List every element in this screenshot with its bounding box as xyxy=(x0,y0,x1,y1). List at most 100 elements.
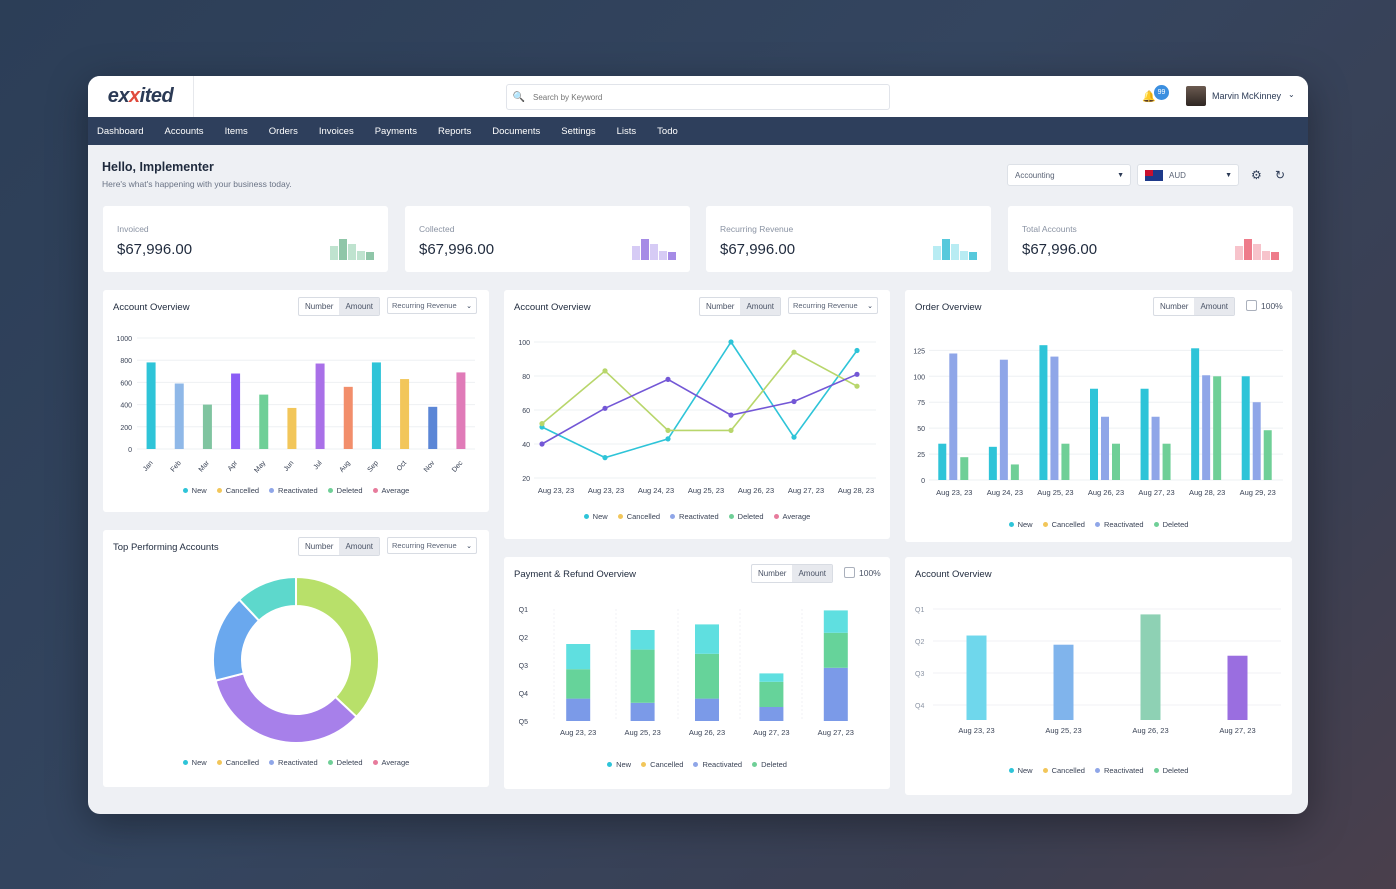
app-logo[interactable]: ex x ited xyxy=(88,76,194,117)
nav-items[interactable]: Items xyxy=(225,126,248,137)
legend-deleted[interactable]: Deleted xyxy=(752,760,787,769)
mini-bar xyxy=(668,252,676,260)
mini-bar-chart xyxy=(632,234,676,260)
kpi-card-recurring-revenue[interactable]: Recurring Revenue $67,996.00 xyxy=(706,206,991,272)
nav-invoices[interactable]: Invoices xyxy=(319,126,354,137)
bar xyxy=(259,394,269,449)
avatar[interactable] xyxy=(1186,86,1206,106)
refresh-icon[interactable]: ↻ xyxy=(1275,168,1285,182)
kpi-card-invoiced[interactable]: Invoiced $67,996.00 xyxy=(103,206,388,272)
x-tick-label: Jun xyxy=(283,460,296,473)
legend-deleted[interactable]: Deleted xyxy=(327,486,363,495)
x-tick-label: Aug 25, 23 xyxy=(1037,488,1073,497)
nav-payments[interactable]: Payments xyxy=(375,126,417,137)
y-tick-label: Q2 xyxy=(915,639,924,646)
legend-cancelled[interactable]: Cancelled xyxy=(216,758,259,767)
legend-new[interactable]: New xyxy=(583,512,608,521)
legend-reactivated[interactable]: Reactivated xyxy=(269,758,318,767)
nav-documents[interactable]: Documents xyxy=(492,126,540,137)
legend-average[interactable]: Average xyxy=(773,512,810,521)
chevron-down-icon[interactable]: ⌄ xyxy=(1288,90,1295,99)
search-box[interactable]: 🔍 xyxy=(506,84,890,110)
y-tick-label: Q1 xyxy=(519,607,528,614)
mini-bar-chart xyxy=(1235,234,1279,260)
legend-deleted[interactable]: Deleted xyxy=(327,758,363,767)
mini-bar xyxy=(1235,245,1243,260)
data-point xyxy=(791,398,797,405)
chart-legend: New Cancelled Reactivated Deleted xyxy=(905,520,1292,529)
bar xyxy=(988,446,997,480)
legend-reactivated[interactable]: Reactivated xyxy=(1094,520,1144,529)
x-tick-label: Aug 25, 23 xyxy=(688,486,724,495)
legend-cancelled[interactable]: Cancelled xyxy=(216,486,259,495)
chart-legend: New Cancelled Reactivated Deleted xyxy=(504,760,890,769)
bar xyxy=(1050,356,1059,480)
x-tick-label: Aug 27, 23 xyxy=(788,486,824,495)
y-tick-label: Q1 xyxy=(915,607,924,614)
user-name[interactable]: Marvin McKinney xyxy=(1212,91,1281,101)
legend-average[interactable]: Average xyxy=(372,486,409,495)
legend-new[interactable]: New xyxy=(182,486,207,495)
mini-bar xyxy=(659,250,667,260)
mini-bar xyxy=(357,250,365,260)
module-select[interactable]: Accounting ▼ xyxy=(1007,164,1131,186)
y-tick-label: 0 xyxy=(128,447,132,454)
nav-reports[interactable]: Reports xyxy=(438,126,471,137)
mini-bar xyxy=(641,239,649,260)
legend-new[interactable]: New xyxy=(182,758,207,767)
top-performing-accounts-card: Top Performing Accounts Number Amount Re… xyxy=(103,530,489,787)
y-tick-label: 80 xyxy=(522,374,530,381)
bar xyxy=(1202,375,1211,480)
legend-reactivated[interactable]: Reactivated xyxy=(693,760,742,769)
kpi-card-collected[interactable]: Collected $67,996.00 xyxy=(405,206,690,272)
search-input[interactable] xyxy=(531,91,875,103)
bar xyxy=(949,353,958,480)
x-tick-label: Aug 24, 23 xyxy=(638,486,674,495)
legend-deleted[interactable]: Deleted xyxy=(728,512,764,521)
legend-reactivated[interactable]: Reactivated xyxy=(670,512,719,521)
bar xyxy=(202,404,212,449)
y-tick-label: 20 xyxy=(522,476,530,483)
x-tick-label: Aug 27, 23 xyxy=(1219,726,1255,735)
nav-orders[interactable]: Orders xyxy=(269,126,298,137)
legend-new[interactable]: New xyxy=(1008,766,1033,775)
stacked-bar-segment xyxy=(823,610,848,633)
bar xyxy=(343,386,353,449)
legend-deleted[interactable]: Deleted xyxy=(1153,520,1188,529)
x-tick-label: Jul xyxy=(312,459,323,471)
data-point xyxy=(728,339,734,345)
x-tick-label: Aug xyxy=(338,460,351,474)
y-tick-label: Q4 xyxy=(915,703,924,710)
nav-accounts[interactable]: Accounts xyxy=(164,126,203,137)
kpi-card-total-accounts[interactable]: Total Accounts $67,996.00 xyxy=(1008,206,1293,272)
x-tick-label: May xyxy=(253,459,267,474)
data-point xyxy=(728,427,734,433)
dropdown-arrow-icon: ▼ xyxy=(1225,171,1232,179)
legend-deleted[interactable]: Deleted xyxy=(1153,766,1188,775)
data-point xyxy=(602,455,608,461)
stacked-bar-segment xyxy=(759,681,784,707)
legend-cancelled[interactable]: Cancelled xyxy=(641,760,683,769)
mini-bar-chart xyxy=(330,234,374,260)
dropdown-arrow-icon: ▼ xyxy=(1117,171,1124,179)
legend-new[interactable]: New xyxy=(607,760,631,769)
legend-reactivated[interactable]: Reactivated xyxy=(269,486,318,495)
legend-new[interactable]: New xyxy=(1008,520,1033,529)
nav-lists[interactable]: Lists xyxy=(617,126,637,137)
x-tick-label: Aug 26, 23 xyxy=(738,486,774,495)
legend-cancelled[interactable]: Cancelled xyxy=(617,512,660,521)
legend-cancelled[interactable]: Cancelled xyxy=(1042,520,1085,529)
currency-select[interactable]: AUD ▼ xyxy=(1137,164,1239,186)
stacked-bar-segment xyxy=(823,667,848,721)
legend-average[interactable]: Average xyxy=(372,758,409,767)
data-point xyxy=(854,347,860,354)
gear-icon[interactable]: ⚙ xyxy=(1251,168,1262,182)
nav-todo[interactable]: Todo xyxy=(657,126,678,137)
nav-settings[interactable]: Settings xyxy=(561,126,595,137)
x-tick-label: Aug 26, 23 xyxy=(689,728,725,737)
page-title: Hello, Implementer xyxy=(102,160,214,174)
nav-dashboard[interactable]: Dashboard xyxy=(97,126,143,137)
x-tick-label: Aug 28, 23 xyxy=(1189,488,1225,497)
legend-cancelled[interactable]: Cancelled xyxy=(1042,766,1085,775)
legend-reactivated[interactable]: Reactivated xyxy=(1094,766,1144,775)
